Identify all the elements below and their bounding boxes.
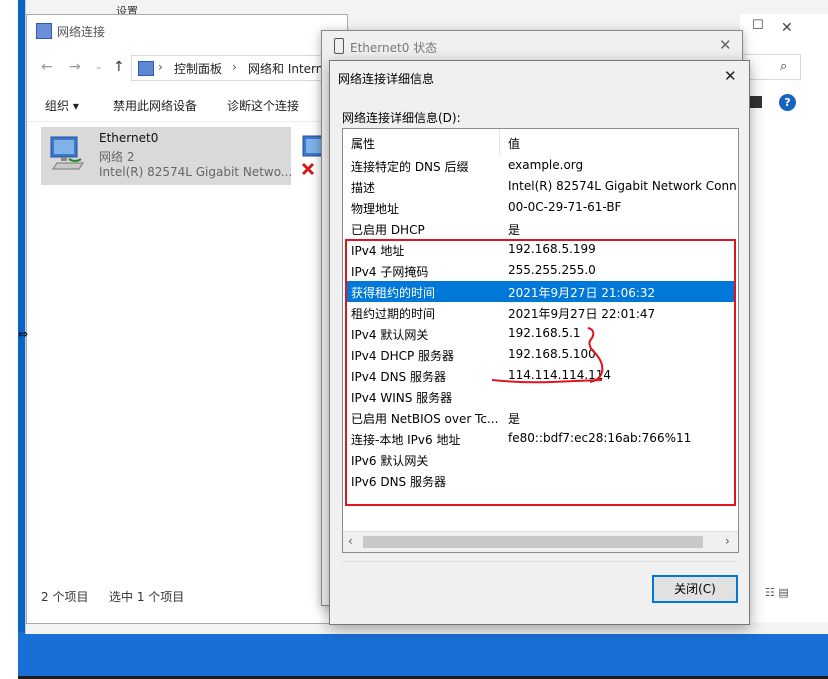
- close-button[interactable]: 关闭(C): [652, 575, 738, 603]
- value-cell: example.org: [508, 158, 584, 172]
- column-value[interactable]: 值: [508, 135, 520, 152]
- network-folder-icon: [36, 23, 52, 39]
- column-property[interactable]: 属性: [351, 135, 375, 152]
- connection-details-dialog: 网络连接详细信息 ✕ 网络连接详细信息(D): 属性 值 连接特定的 DNS 后…: [329, 60, 750, 625]
- property-cell: IPv6 默认网关: [351, 454, 429, 468]
- breadcrumb-separator-icon: ›: [158, 60, 163, 74]
- diagnose-button[interactable]: 诊断这个连接: [227, 97, 299, 114]
- close-icon[interactable]: ✕: [724, 67, 737, 85]
- help-icon[interactable]: ?: [779, 94, 796, 111]
- list-header: 属性 值: [343, 129, 738, 155]
- up-arrow-icon[interactable]: ↑: [113, 59, 125, 75]
- list-row[interactable]: IPv4 DHCP 服务器 192.168.5.100: [345, 344, 736, 365]
- list-row[interactable]: 获得租约的时间 2021年9月27日 21:06:32: [345, 281, 736, 302]
- list-row[interactable]: 描述 Intel(R) 82574L Gigabit Network Connec…: [345, 176, 736, 197]
- desktop-background: [0, 632, 828, 679]
- property-cell: 已启用 NetBIOS over Tc...: [351, 412, 499, 426]
- property-cell: IPv4 DHCP 服务器: [351, 349, 455, 363]
- search-icon: ⌕: [780, 59, 788, 74]
- value-cell: 192.168.5.1: [508, 326, 581, 340]
- value-cell: 是: [508, 412, 521, 426]
- property-cell: 连接-本地 IPv6 地址: [351, 433, 461, 447]
- list-row[interactable]: 物理地址 00-0C-29-71-61-BF: [345, 197, 736, 218]
- cursor-icon: ⇔: [18, 327, 29, 341]
- ethernet-icon: [334, 38, 344, 54]
- property-cell: 描述: [351, 181, 376, 195]
- property-cell: 连接特定的 DNS 后缀: [351, 160, 469, 174]
- property-cell: 获得租约的时间: [351, 286, 436, 300]
- disable-device-button[interactable]: 禁用此网络设备: [113, 97, 197, 114]
- view-toggle-icon[interactable]: ☷ ▤: [765, 586, 789, 599]
- network-connections-window: 网络连接 ← → ⌄ ↑ › 控制面板 › 网络和 Intern 组织 ▾ 禁用…: [26, 14, 348, 624]
- list-row[interactable]: IPv4 子网掩码 255.255.255.0: [345, 260, 736, 281]
- list-row[interactable]: IPv4 DNS 服务器 114.114.114.114: [345, 365, 736, 386]
- scroll-left-icon[interactable]: ‹: [348, 534, 353, 548]
- list-row[interactable]: 租约过期的时间 2021年9月27日 22:01:47: [345, 302, 736, 323]
- adapter-device: Intel(R) 82574L Gigabit Netwo...: [99, 165, 293, 179]
- property-cell: IPv6 DNS 服务器: [351, 475, 446, 489]
- list-row[interactable]: IPv4 地址 192.168.5.199: [345, 239, 736, 260]
- explorer-right-edge: ☐ ✕ ⌕ ? ☷ ▤: [740, 14, 828, 622]
- back-arrow-icon[interactable]: ←: [41, 59, 53, 75]
- close-icon[interactable]: ✕: [781, 20, 793, 36]
- value-cell: 00-0C-29-71-61-BF: [508, 200, 622, 214]
- desktop-edge: [0, 0, 18, 679]
- list-row[interactable]: IPv4 默认网关 192.168.5.1: [345, 323, 736, 344]
- list-row[interactable]: 连接-本地 IPv6 地址 fe80::bdf7:ec28:16ab:766%11: [345, 428, 736, 449]
- selected-count: 选中 1 个项目: [109, 590, 185, 604]
- breadcrumb-separator-icon: ›: [232, 60, 237, 74]
- property-cell: IPv4 默认网关: [351, 328, 429, 342]
- details-label: 网络连接详细信息(D):: [342, 111, 461, 125]
- divider: [342, 561, 737, 562]
- value-cell: 是: [508, 223, 521, 237]
- forward-arrow-icon[interactable]: →: [69, 59, 81, 75]
- value-cell: 2021年9月27日 21:06:32: [508, 286, 656, 300]
- property-cell: 物理地址: [351, 202, 400, 216]
- recent-chevron-icon[interactable]: ⌄: [95, 62, 103, 72]
- property-cell: IPv4 子网掩码: [351, 265, 429, 279]
- item-count: 2 个项目: [41, 590, 89, 604]
- column-divider[interactable]: [499, 129, 500, 155]
- list-row[interactable]: IPv6 DNS 服务器: [345, 470, 736, 491]
- maximize-icon[interactable]: ☐: [752, 18, 764, 33]
- horizontal-scrollbar[interactable]: ‹ ›: [343, 531, 738, 552]
- value-cell: fe80::bdf7:ec28:16ab:766%11: [508, 431, 692, 445]
- property-cell: 已启用 DHCP: [351, 223, 425, 237]
- property-cell: IPv4 DNS 服务器: [351, 370, 446, 384]
- list-row[interactable]: IPv6 默认网关: [345, 449, 736, 470]
- property-cell: IPv4 地址: [351, 244, 405, 258]
- value-cell: 2021年9月27日 22:01:47: [508, 307, 656, 321]
- list-row[interactable]: 已启用 DHCP 是: [345, 218, 736, 239]
- control-panel-icon: [138, 61, 154, 76]
- adapter-network: 网络 2: [99, 150, 135, 164]
- adapter-name: Ethernet0: [99, 131, 159, 145]
- property-cell: 租约过期的时间: [351, 307, 436, 321]
- list-row[interactable]: IPv4 WINS 服务器: [345, 386, 736, 407]
- close-icon[interactable]: ✕: [719, 36, 732, 54]
- command-bar: 组织 ▾ 禁用此网络设备 诊断这个连接: [27, 91, 347, 122]
- value-cell: 114.114.114.114: [508, 368, 612, 382]
- value-cell: 192.168.5.199: [508, 242, 596, 256]
- address-bar[interactable]: › 控制面板 › 网络和 Intern: [131, 55, 348, 81]
- property-cell: IPv4 WINS 服务器: [351, 391, 453, 405]
- scroll-right-icon[interactable]: ›: [725, 534, 730, 548]
- value-cell: Intel(R) 82574L Gigabit Network Connecti…: [508, 179, 736, 193]
- dialog-title: 网络连接详细信息: [338, 72, 435, 86]
- window-title: 网络连接: [57, 25, 106, 39]
- list-row[interactable]: 已启用 NetBIOS over Tc... 是: [345, 407, 736, 428]
- scroll-thumb[interactable]: [363, 536, 703, 548]
- title-bar: 网络连接: [27, 15, 347, 47]
- details-list[interactable]: 属性 值 连接特定的 DNS 后缀 example.org 描述 Intel(R) 8…: [342, 128, 739, 553]
- adapter-ethernet0[interactable]: Ethernet0 网络 2 Intel(R) 82574L Gigabit N…: [41, 127, 293, 185]
- value-cell: 192.168.5.100: [508, 347, 596, 361]
- status-window-title: Ethernet0 状态: [350, 41, 438, 55]
- breadcrumb-network-internet[interactable]: 网络和 Intern: [248, 60, 323, 77]
- value-cell: 255.255.255.0: [508, 263, 596, 277]
- list-row[interactable]: 连接特定的 DNS 后缀 example.org: [345, 155, 736, 176]
- address-bar-row: ← → ⌄ ↑ › 控制面板 › 网络和 Intern: [27, 53, 348, 83]
- network-adapter-icon: [50, 136, 84, 170]
- breadcrumb-control-panel[interactable]: 控制面板: [174, 60, 222, 77]
- organize-button[interactable]: 组织 ▾: [45, 97, 79, 114]
